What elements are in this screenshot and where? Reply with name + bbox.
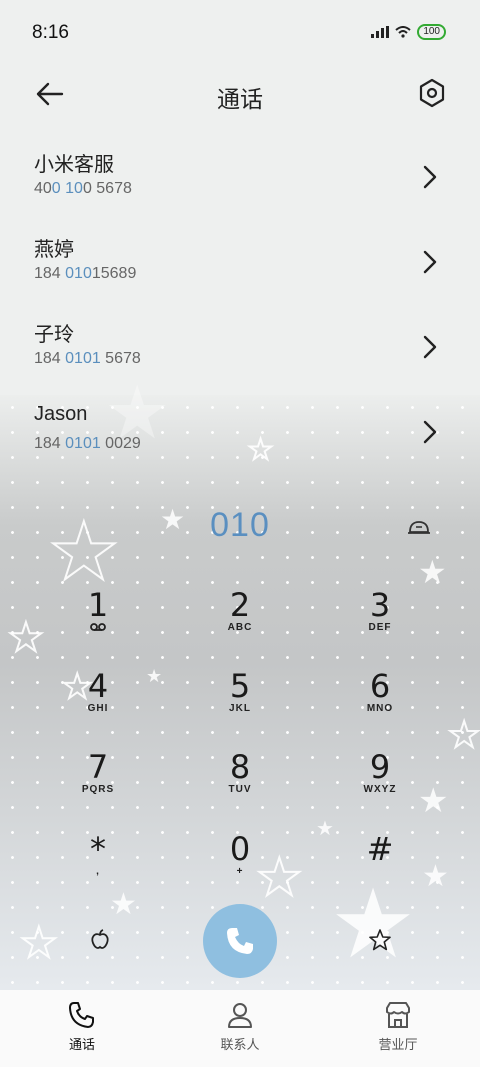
phone-icon: [69, 1002, 94, 1028]
tab-contacts[interactable]: 联系人: [190, 1000, 290, 1053]
page-title: 通话: [217, 86, 263, 112]
contact-number: 184 01015689: [34, 265, 137, 282]
dial-key-3[interactable]: 3 DEF: [320, 588, 440, 660]
phone-icon: [227, 928, 253, 954]
header: 通话: [0, 66, 480, 124]
settings-hexagon-icon[interactable]: [418, 78, 446, 108]
apple-theme-icon[interactable]: [88, 928, 112, 952]
star-decoration: ★: [418, 553, 447, 591]
dial-key-6[interactable]: 6 MNO: [320, 669, 440, 741]
chevron-right-icon: [423, 335, 437, 359]
contact-row[interactable]: Jason 184 0101 0029: [0, 397, 480, 477]
star-theme-icon[interactable]: [368, 928, 392, 952]
contact-name: 子玲: [34, 324, 74, 346]
dial-key-5[interactable]: 5 JKL: [180, 669, 300, 741]
dial-key-0[interactable]: 0 +: [180, 832, 300, 904]
tab-service-hall[interactable]: 营业厅: [348, 1000, 448, 1053]
dial-key-7[interactable]: 7 PQRS: [38, 750, 158, 822]
status-time: 8:16: [32, 22, 69, 43]
dial-key-8[interactable]: 8 TUV: [180, 750, 300, 822]
contact-name: Jason: [34, 403, 88, 425]
status-icons: 100: [371, 24, 446, 40]
bottom-tab-bar: 通话 联系人 营业厅: [0, 990, 480, 1067]
contact-number: 400 100 5678: [34, 180, 132, 197]
chevron-right-icon: [423, 165, 437, 189]
star-decoration: ★: [19, 918, 59, 967]
contact-row[interactable]: 燕婷 184 01015689: [0, 227, 480, 307]
status-bar: 8:16 100: [0, 0, 480, 66]
dial-key-star[interactable]: *,: [38, 832, 158, 904]
battery-icon: 100: [417, 24, 446, 40]
signal-icon: [371, 26, 390, 38]
dial-key-4[interactable]: 4 GHI: [38, 669, 158, 741]
tab-calls[interactable]: 通话: [32, 1000, 132, 1053]
chevron-right-icon: [423, 420, 437, 444]
wifi-icon: [395, 26, 411, 38]
contact-name: 燕婷: [34, 239, 74, 261]
call-button[interactable]: [203, 904, 277, 978]
dial-key-9[interactable]: 9 WXYZ: [320, 750, 440, 822]
dial-key-2[interactable]: 2 ABC: [180, 588, 300, 660]
contact-number: 184 0101 0029: [34, 435, 141, 452]
contact-row[interactable]: 子玲 184 0101 5678: [0, 312, 480, 392]
dial-key-1[interactable]: 1: [38, 588, 158, 660]
voicemail-icon: [38, 622, 158, 636]
store-icon: [386, 1002, 410, 1028]
dial-key-hash[interactable]: #: [320, 832, 440, 904]
contact-number: 184 0101 5678: [34, 350, 141, 367]
contact-row[interactable]: 小米客服 400 100 5678: [0, 142, 480, 222]
contact-name: 小米客服: [34, 154, 114, 176]
backspace-icon[interactable]: [406, 516, 432, 538]
star-decoration: ★: [447, 715, 480, 756]
chevron-right-icon: [423, 250, 437, 274]
person-icon: [228, 1003, 252, 1028]
